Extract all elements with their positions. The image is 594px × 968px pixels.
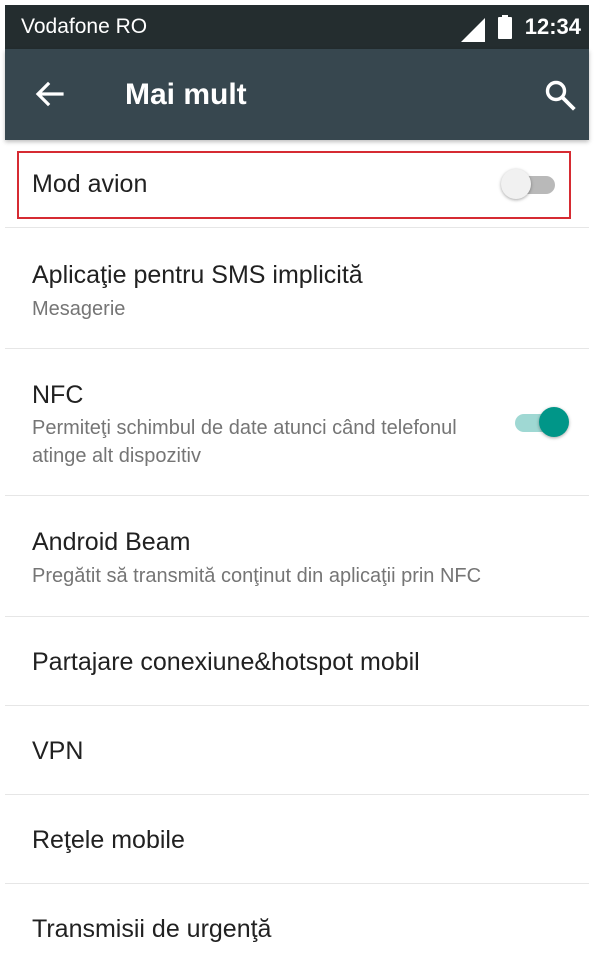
- page-title: Mai mult: [125, 78, 247, 111]
- setting-title: Transmisii de urgenţă: [32, 915, 272, 943]
- setting-summary: Mesagerie: [32, 298, 126, 320]
- app-toolbar: Mai mult: [5, 49, 589, 140]
- carrier-name: Vodafone RO: [21, 15, 148, 38]
- setting-summary: Pregătit să transmită conţinut din aplic…: [32, 565, 482, 587]
- search-icon[interactable]: [544, 79, 576, 111]
- setting-default-sms-app[interactable]: Aplicaţie pentru SMS implicită Mesagerie: [5, 228, 589, 349]
- setting-nfc[interactable]: NFC Permiteţi schimbul de date atunci câ…: [5, 349, 589, 496]
- setting-emergency-broadcasts[interactable]: Transmisii de urgenţă: [5, 884, 589, 968]
- setting-android-beam[interactable]: Android Beam Pregătit să transmită conţi…: [5, 496, 589, 617]
- setting-title: Aplicaţie pentru SMS implicită: [32, 261, 363, 289]
- setting-title: Android Beam: [32, 528, 191, 556]
- switch-thumb: [539, 407, 569, 437]
- status-clock: 12:34: [524, 14, 581, 39]
- settings-list: Mod avion Aplicaţie pentru SMS implicită…: [5, 140, 589, 968]
- setting-mobile-networks[interactable]: Reţele mobile: [5, 795, 589, 884]
- cell-signal-icon: [461, 18, 485, 42]
- battery-icon: [498, 15, 512, 39]
- settings-screen: Vodafone RO 12:34 Mai mult Mod avion Apl…: [0, 0, 594, 968]
- airplane-mode-switch[interactable]: [501, 167, 559, 201]
- setting-vpn[interactable]: VPN: [5, 706, 589, 795]
- setting-title: NFC: [32, 381, 84, 409]
- status-bar: Vodafone RO 12:34: [5, 5, 589, 49]
- nfc-switch[interactable]: [511, 405, 569, 439]
- setting-title: Mod avion: [32, 170, 148, 198]
- setting-title: VPN: [32, 737, 84, 765]
- setting-airplane-mode[interactable]: Mod avion: [5, 140, 589, 228]
- arrow-left-icon[interactable]: [35, 79, 65, 109]
- setting-tethering-hotspot[interactable]: Partajare conexiune&hotspot mobil: [5, 617, 589, 706]
- setting-title: Partajare conexiune&hotspot mobil: [32, 648, 420, 676]
- switch-thumb: [501, 169, 531, 199]
- setting-summary: Permiteţi schimbul de date atunci când t…: [32, 417, 457, 467]
- setting-title: Reţele mobile: [32, 826, 185, 854]
